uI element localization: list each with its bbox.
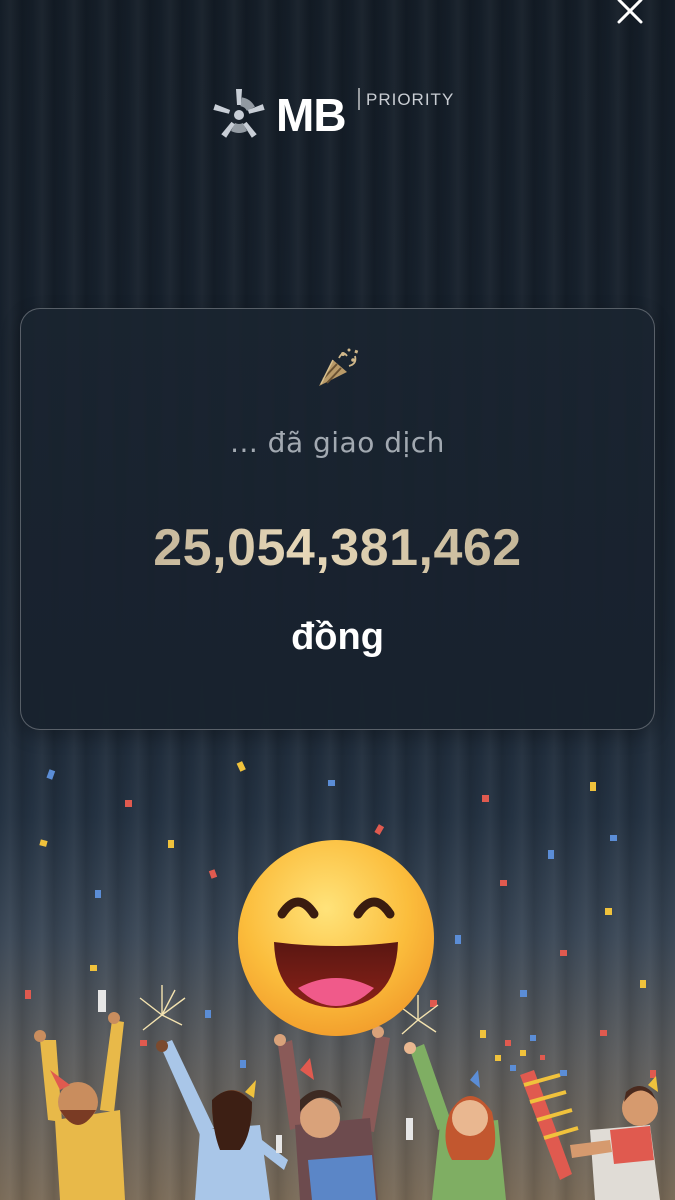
person-blue [156,1040,288,1200]
person-yellow [34,990,125,1200]
person-popper [520,1070,660,1200]
transaction-subtitle: ... đã giao dịch [230,426,445,459]
mb-star-logo-icon [213,89,265,138]
currency-unit: đồng [291,616,384,658]
logo-divider [358,88,360,110]
grinning-face-emoji [238,840,434,1036]
close-icon[interactable] [613,0,647,28]
popper-burst [495,1035,545,1071]
brand-tier: PRIORITY [366,90,455,109]
party-popper-icon [319,348,359,386]
mb-priority-logo: MB PRIORITY [210,86,470,146]
person-center [274,1026,390,1200]
brand-name: MB [276,89,347,141]
person-green [404,1042,506,1200]
sparkler-left [139,985,186,1031]
transaction-amount: 25,054,381,462 [0,518,675,578]
celebration-screen: MB PRIORITY ... đã giao dịch 25,054,381,… [0,0,675,1200]
